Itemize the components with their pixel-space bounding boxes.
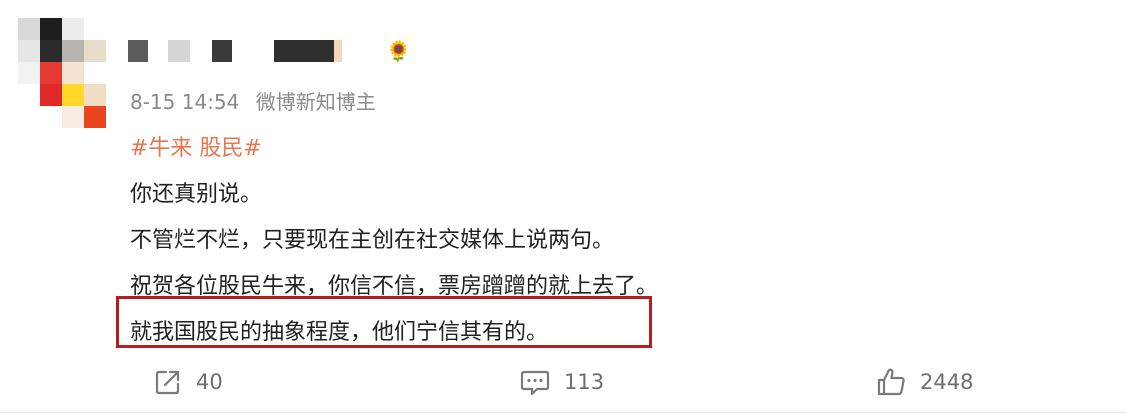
like-button[interactable]: 2448 [876,362,973,402]
avatar-pixel [40,84,62,106]
username-pixel [168,40,190,62]
avatar-pixel [62,84,84,106]
comment-count: 113 [564,370,605,394]
sunflower-icon: 🌻 [386,39,411,63]
divider [0,412,1126,413]
avatar-pixel [84,106,106,128]
username-pixel [334,40,342,62]
like-count: 2448 [920,370,974,394]
post-meta: 8-15 14:54 微博新知博主 [130,86,386,115]
avatar-pixel [62,40,84,62]
avatar-pixel [62,62,84,84]
avatar-pixel [18,18,40,40]
share-icon [154,368,196,396]
author-badge: 微博新知博主 [255,90,376,114]
avatar-pixel [40,18,62,40]
post-line-2: 不管烂不烂，只要现在主创在社交媒体上说两句。 [130,228,615,253]
avatar-pixel [40,62,62,84]
share-count: 40 [196,370,223,394]
comment-icon [520,368,564,396]
avatar-pixel [40,40,62,62]
post-line-3: 祝贺各位股民牛来，你信不信，票房蹭蹭的就上去了。 [130,274,659,299]
hashtag-link[interactable]: #牛来 股民# [130,136,262,161]
username-pixel [212,40,232,62]
username-obscured[interactable] [128,40,418,62]
thumbs-up-icon [876,367,920,397]
comment-button[interactable]: 113 [520,362,604,402]
avatar[interactable] [18,18,110,130]
share-button[interactable]: 40 [154,362,223,402]
username-pixel [274,40,334,62]
action-bar: 40 113 2448 [0,362,1126,402]
weibo-post-card: 🌻 8-15 14:54 微博新知博主 #牛来 股民# 你还真别说。 不管烂不烂… [0,0,1126,416]
avatar-pixel [18,40,40,62]
post-body: #牛来 股民# 你还真别说。 不管烂不烂，只要现在主创在社交媒体上说两句。 祝贺… [130,134,1030,364]
avatar-pixel [62,18,84,40]
avatar-pixel [84,40,106,62]
post-line-1: 你还真别说。 [130,182,263,207]
avatar-pixel [18,62,40,84]
post-line-4: 就我国股民的抽象程度，他们宁信其有的。 [130,320,549,345]
post-timestamp[interactable]: 8-15 14:54 [130,90,239,114]
avatar-pixel [84,84,106,106]
username-pixel [128,40,148,62]
avatar-pixel [62,106,84,128]
